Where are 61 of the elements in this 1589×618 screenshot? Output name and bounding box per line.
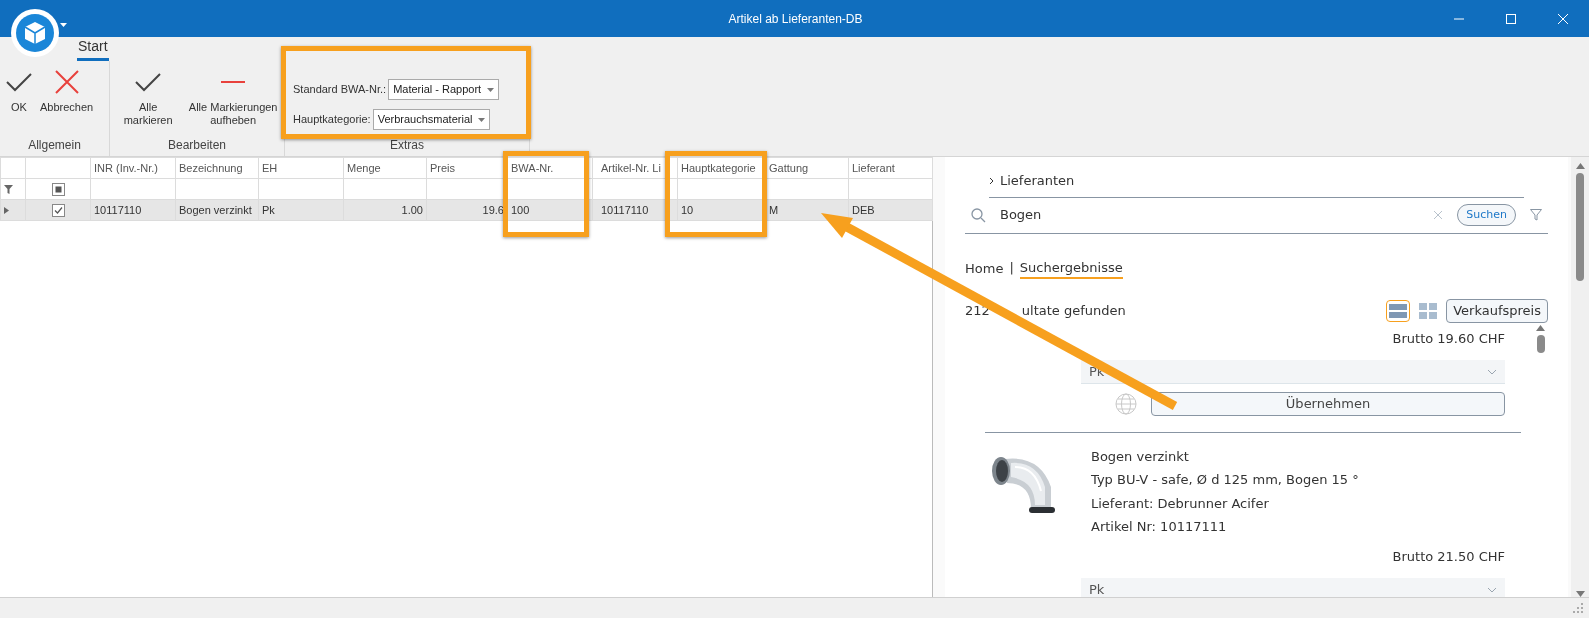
filter-icon bbox=[4, 185, 13, 195]
ribbon-button[interactable]: Alle Markierungen aufheben bbox=[186, 65, 280, 136]
scrollbar-thumb[interactable] bbox=[1536, 334, 1545, 353]
product-title[interactable]: Bogen verzinkt bbox=[1091, 446, 1359, 466]
apply-button[interactable]: Übernehmen bbox=[1151, 392, 1505, 416]
filter-icon[interactable] bbox=[1530, 209, 1542, 221]
search-field[interactable]: Bogen bbox=[1000, 205, 1420, 225]
ribbon-button[interactable]: Abbrechen bbox=[38, 65, 96, 136]
breadcrumb-link[interactable]: Suchergebnisse bbox=[1019, 257, 1123, 279]
price-label: Brutto 19.60 CHF bbox=[1391, 329, 1506, 348]
dropdown-caret-icon bbox=[478, 117, 486, 122]
window-title: Artikel ab Lieferanten-DB bbox=[727, 10, 864, 28]
close-icon bbox=[54, 70, 79, 94]
group-label: Bearbeiten bbox=[166, 137, 227, 154]
ribbon-tab[interactable]: Start bbox=[77, 36, 109, 61]
row-pointer-icon bbox=[4, 207, 9, 215]
globe-icon bbox=[1115, 392, 1137, 415]
dropdown-caret-icon bbox=[487, 87, 495, 92]
scroll-up-icon[interactable] bbox=[1575, 163, 1585, 169]
check-icon bbox=[135, 72, 162, 92]
column-header[interactable]: Artikel-Nr. Li bbox=[592, 157, 678, 179]
field-label: Standard BWA-Nr.: bbox=[293, 82, 387, 98]
chevron-down-icon bbox=[1487, 368, 1497, 375]
chevron-right-icon bbox=[989, 176, 994, 185]
product-detail: Typ BU-V - safe, Ø d 125 mm, Bogen 15 ° bbox=[1091, 471, 1359, 489]
breadcrumb-separator: | bbox=[1009, 258, 1014, 277]
search-button[interactable]: Suchen bbox=[1457, 203, 1516, 227]
dropdown[interactable]: Material - Rapport bbox=[388, 79, 500, 100]
check-icon bbox=[6, 72, 32, 92]
group-label: Extras bbox=[389, 137, 425, 154]
column-header[interactable]: Lieferant bbox=[848, 157, 933, 179]
unit-dropdown[interactable]: Pk bbox=[1081, 578, 1505, 597]
dropdown-caret-icon[interactable] bbox=[60, 22, 67, 27]
ribbon-button[interactable]: Alle markieren bbox=[114, 65, 183, 136]
product-detail: Lieferant: Debrunner Acifer bbox=[1091, 494, 1270, 513]
list-view-icon[interactable] bbox=[1386, 299, 1411, 322]
column-header[interactable]: Menge bbox=[343, 157, 427, 179]
minus-icon bbox=[221, 81, 246, 83]
group-label: Allgemein bbox=[27, 137, 82, 154]
breadcrumb-link[interactable]: Home bbox=[965, 257, 1004, 279]
field-label: Hauptkategorie: bbox=[293, 112, 371, 128]
search-icon bbox=[971, 207, 986, 223]
ribbon-button[interactable]: OK bbox=[4, 65, 34, 136]
checkbox[interactable] bbox=[51, 204, 65, 218]
price-mode-button[interactable]: Verkaufspreis bbox=[1446, 299, 1548, 323]
maximize-icon[interactable] bbox=[1505, 12, 1517, 25]
chevron-down-icon bbox=[1487, 586, 1497, 593]
result-count: ultate gefunden bbox=[1021, 302, 1126, 320]
scrollbar-thumb[interactable] bbox=[1576, 173, 1584, 281]
dropdown[interactable]: Verbrauchsmaterial bbox=[372, 109, 491, 130]
column-header[interactable]: BWA-Nr. bbox=[507, 157, 593, 179]
column-header[interactable]: INR (Inv.-Nr.) bbox=[90, 157, 176, 179]
checkbox[interactable] bbox=[51, 183, 65, 197]
column-header[interactable]: EH bbox=[258, 157, 344, 179]
close-icon[interactable] bbox=[1557, 12, 1569, 25]
resize-grip-icon[interactable] bbox=[1573, 603, 1583, 613]
column-header[interactable]: Bezeichnung bbox=[175, 157, 259, 179]
section-title[interactable]: Lieferanten bbox=[1000, 171, 1075, 191]
price-label: Brutto 21.50 CHF bbox=[1391, 547, 1506, 566]
column-header[interactable]: Gattung bbox=[765, 157, 849, 179]
product-detail: Artikel Nr: 10117111 bbox=[1091, 518, 1228, 536]
